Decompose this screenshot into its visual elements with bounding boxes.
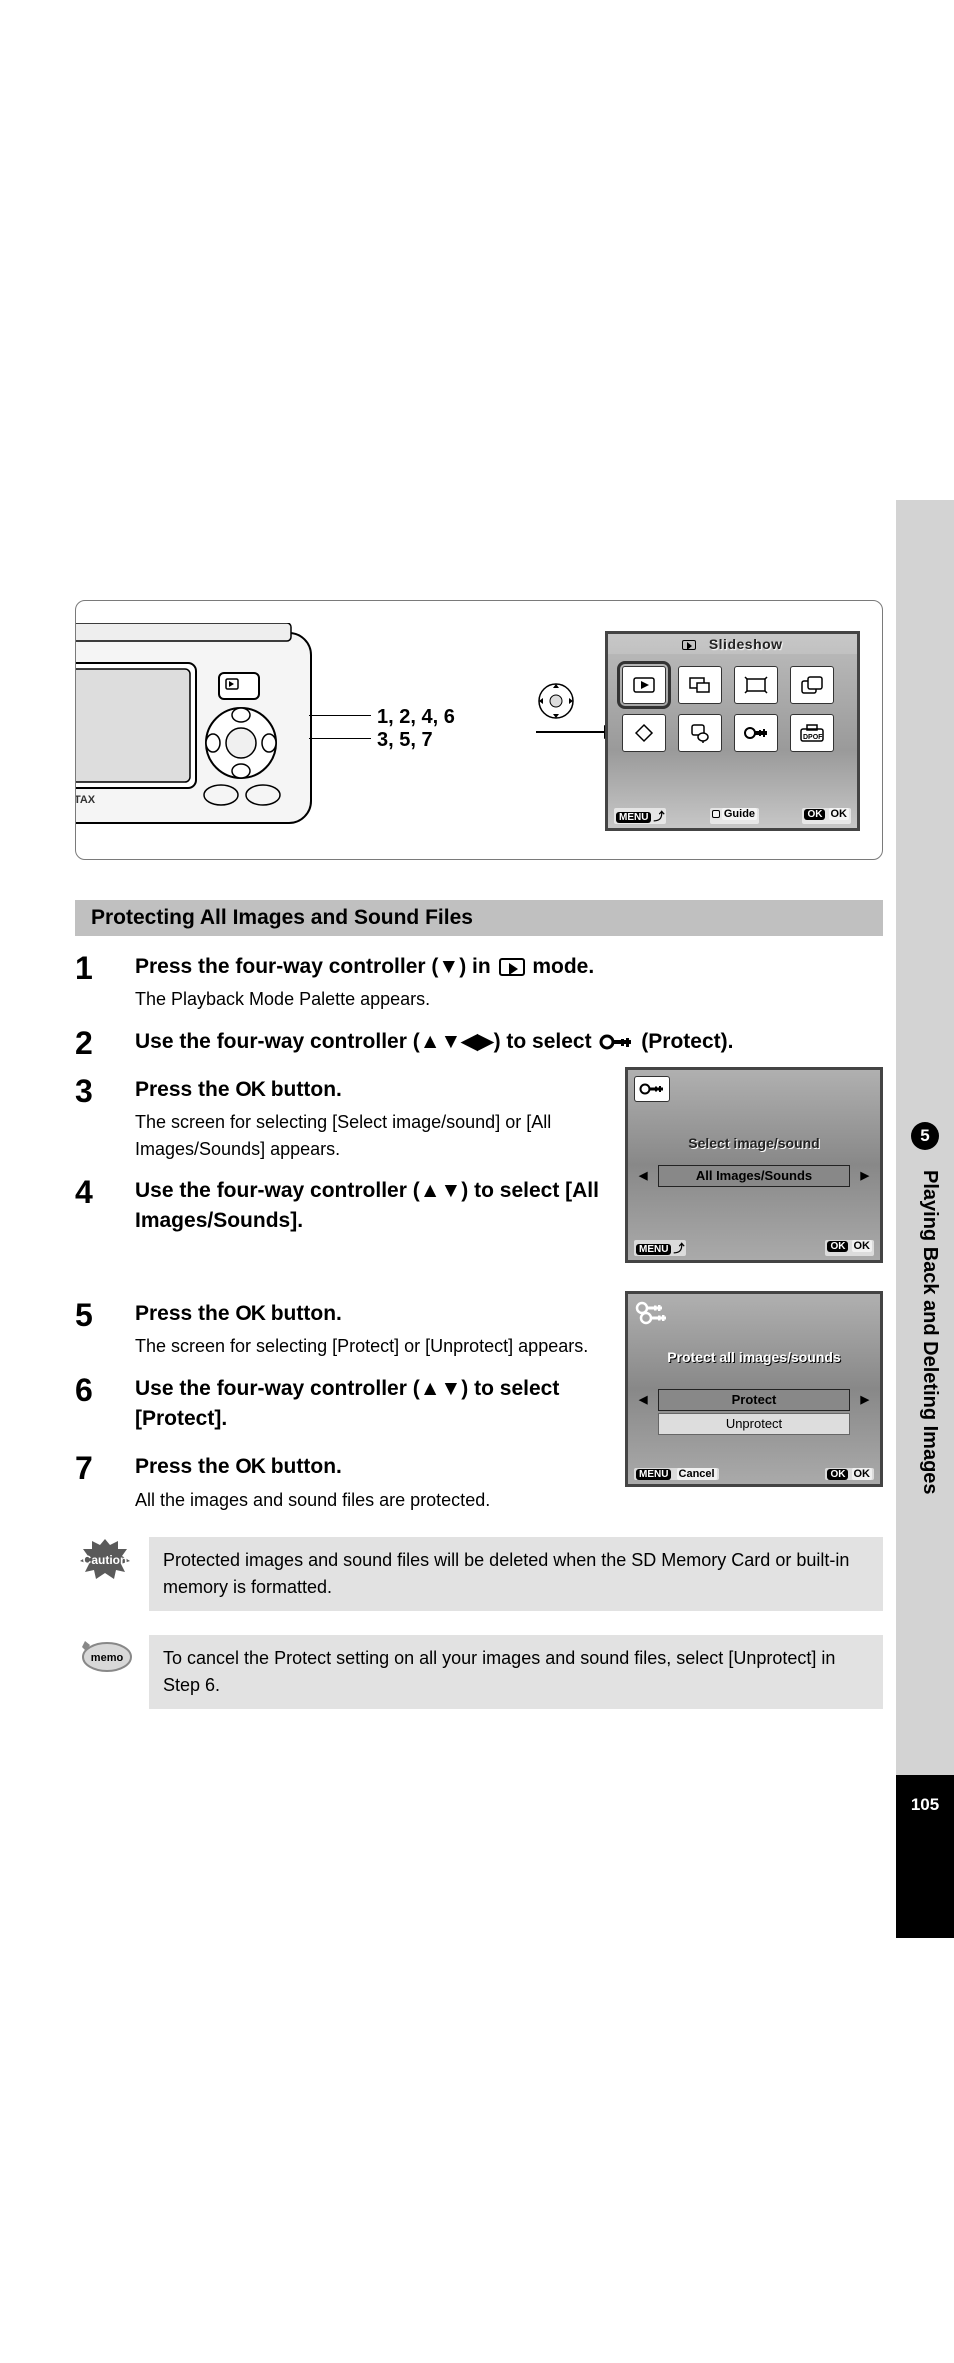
step-title: Press the OK button. [135, 1075, 635, 1105]
ok-button-text: OK [235, 1078, 265, 1101]
step-description: The Playback Mode Palette appears. [135, 986, 883, 1012]
menu-option: Select image/sound [628, 1135, 880, 1151]
palette-icon-trim [734, 666, 778, 704]
section-heading: Protecting All Images and Sound Files [75, 900, 883, 936]
ok-button-text: OK [235, 1455, 265, 1478]
memo-icon: memo [75, 1635, 135, 1679]
menu-option-selected: All Images/Sounds [658, 1165, 850, 1187]
step-number: 5 [75, 1299, 135, 1360]
step-number: 6 [75, 1374, 135, 1439]
palette-icon-dpof: DPOF [790, 714, 834, 752]
ok-label: OK [852, 1468, 873, 1480]
cancel-label: Cancel [677, 1468, 717, 1480]
svg-text:DPOF: DPOF [803, 734, 823, 741]
protect-key-icon [599, 1033, 633, 1051]
ok-button-text: OK [235, 1302, 265, 1325]
lcd-palette-screen: Slideshow [605, 631, 860, 831]
lcd-title: Protect all images/sounds [628, 1349, 880, 1365]
menu-option: Unprotect [658, 1413, 850, 1435]
step-text: button. [265, 1078, 342, 1101]
palette-icon-rotate [622, 714, 666, 752]
step-description: All the images and sound files are prote… [135, 1487, 883, 1513]
step-description: The screen for selecting [Select image/s… [135, 1109, 635, 1161]
menu-button-icon: MENU [636, 1244, 671, 1255]
palette-icon-copy [790, 666, 834, 704]
chapter-badge: 5 [911, 1122, 939, 1150]
svg-text:NTAX: NTAX [75, 794, 96, 806]
menu-option-selected: Protect [658, 1389, 850, 1411]
menu-button-icon: MENU [636, 1469, 671, 1480]
step-number: 3 [75, 1075, 135, 1162]
step-text: button. [265, 1455, 342, 1478]
ok-button-icon: OK [804, 809, 825, 820]
callout-steps-ok: 3, 5, 7 [309, 729, 455, 752]
green-button-icon [712, 810, 720, 818]
step-text: Press the [135, 1455, 235, 1478]
step-text: Press the [135, 1078, 235, 1101]
caution-icon: Caution [75, 1537, 135, 1581]
step-title: Press the four-way controller (▼) in mod… [135, 952, 883, 982]
step-text: Press the four-way controller (▼) in [135, 955, 497, 978]
palette-title: Slideshow [709, 636, 783, 652]
step-text: mode. [527, 955, 595, 978]
step-text: Use the four-way controller (▲▼◀▶) to se… [135, 1030, 597, 1053]
palette-icon-slideshow [622, 666, 666, 704]
caution-text: Protected images and sound files will be… [149, 1537, 883, 1611]
step-title: Use the four-way controller (▲▼◀▶) to se… [135, 1027, 883, 1057]
callout-steps-controller: 1, 2, 4, 6 [309, 706, 455, 729]
step-number: 2 [75, 1027, 135, 1061]
memo-text: To cancel the Protect setting on all you… [149, 1635, 883, 1709]
svg-text:memo: memo [91, 1652, 124, 1664]
arrow-right-icon [536, 731, 616, 733]
step-title: Press the OK button. [135, 1299, 635, 1329]
protect-key-icon [634, 1076, 670, 1102]
palette-icon-resize [678, 666, 722, 704]
step-title: Use the four-way controller (▲▼) to sele… [135, 1176, 635, 1237]
svg-text:Caution: Caution [83, 1553, 128, 1567]
step-text: (Protect). [635, 1030, 733, 1053]
playback-mode-icon [499, 958, 525, 976]
step-number: 7 [75, 1452, 135, 1513]
side-section-label: Playing Back and Deleting Images [909, 1170, 941, 1670]
step-number: 4 [75, 1176, 135, 1241]
lcd-protect-screen: Protect all images/sounds Protect Unprot… [625, 1291, 883, 1487]
guide-label: Guide [722, 808, 757, 820]
camera-illustration: NTAX [75, 623, 331, 838]
palette-icon-protect [734, 714, 778, 752]
ok-label: OK [852, 1240, 873, 1252]
step-number: 1 [75, 952, 135, 1013]
play-mode-icon [682, 640, 696, 650]
protect-keys-icon [634, 1300, 670, 1326]
step-description: The screen for selecting [Protect] or [U… [135, 1333, 635, 1359]
page-number: 105 [896, 1775, 954, 1938]
ok-label: OK [829, 808, 850, 820]
lcd-select-screen: Select image/sound All Images/Sounds MEN… [625, 1067, 883, 1263]
step-text: button. [265, 1302, 342, 1325]
ok-button-icon: OK [827, 1241, 848, 1252]
diagram-panel: NTAX 1, 2, 4, 6 3, 5, 7 [75, 600, 883, 860]
dpad-icon [536, 681, 576, 721]
step-text: Press the [135, 1302, 235, 1325]
palette-icon-voice [678, 714, 722, 752]
menu-button-icon: MENU [616, 812, 651, 823]
step-title: Use the four-way controller (▲▼) to sele… [135, 1374, 635, 1435]
ok-button-icon: OK [827, 1469, 848, 1480]
